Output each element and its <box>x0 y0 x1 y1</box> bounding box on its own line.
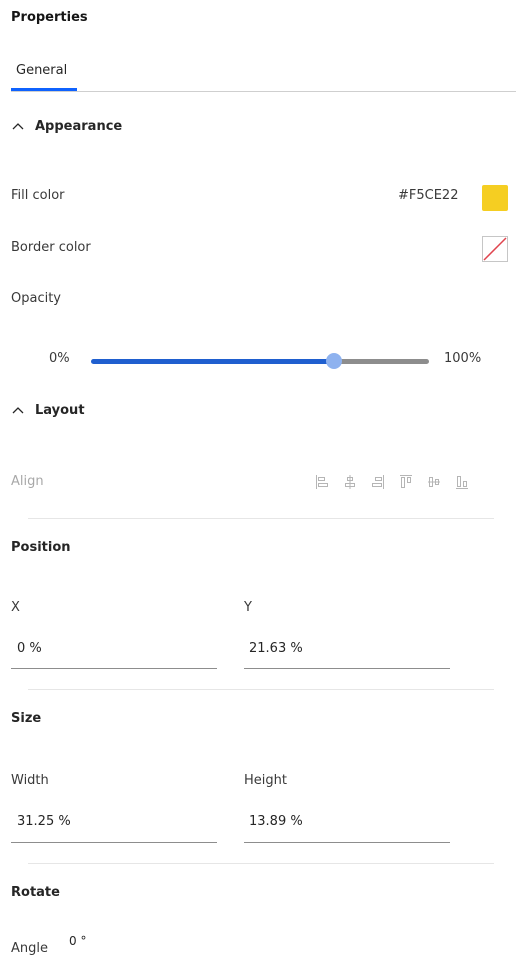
appearance-section-title: Appearance <box>35 119 123 134</box>
size-divider <box>28 863 494 864</box>
tab-divider <box>11 91 516 92</box>
chevron-up-icon <box>11 404 25 418</box>
opacity-slider-track[interactable] <box>334 359 429 364</box>
opacity-slider-fill[interactable] <box>91 359 334 364</box>
size-heading: Size <box>11 711 42 726</box>
chevron-up-icon <box>11 120 25 134</box>
position-divider <box>28 689 494 690</box>
width-label: Width <box>11 773 49 788</box>
angle-field[interactable] <box>69 934 129 948</box>
layout-section-header[interactable]: Layout <box>11 403 85 418</box>
height-field-underline <box>244 842 450 843</box>
tab-general[interactable]: General <box>16 63 67 78</box>
align-top-icon[interactable] <box>399 474 413 490</box>
panel-title: Properties <box>11 10 88 25</box>
angle-label: Angle <box>11 941 48 956</box>
height-label: Height <box>244 773 287 788</box>
align-right-icon[interactable] <box>371 474 385 490</box>
appearance-section-header[interactable]: Appearance <box>11 119 122 134</box>
fill-color-label: Fill color <box>11 188 65 203</box>
y-field-underline <box>244 668 450 669</box>
y-field[interactable] <box>249 641 439 656</box>
opacity-max-label: 100% <box>444 351 482 366</box>
opacity-min-label: 0% <box>49 351 70 366</box>
rotate-heading: Rotate <box>11 885 60 900</box>
align-divider <box>28 518 494 519</box>
x-field-underline <box>11 668 217 669</box>
fill-color-value: #F5CE22 <box>398 188 459 203</box>
align-bottom-icon[interactable] <box>455 474 469 490</box>
align-center-icon[interactable] <box>343 474 357 490</box>
opacity-label: Opacity <box>11 291 62 306</box>
y-label: Y <box>244 600 252 615</box>
align-middle-icon[interactable] <box>427 474 441 490</box>
border-color-label: Border color <box>11 240 91 255</box>
x-field[interactable] <box>17 641 207 656</box>
height-field[interactable] <box>249 814 439 829</box>
align-toolbar <box>315 474 469 490</box>
align-left-icon[interactable] <box>315 474 329 490</box>
fill-color-swatch[interactable] <box>482 185 508 211</box>
opacity-slider-thumb[interactable] <box>326 353 342 369</box>
no-color-icon[interactable] <box>482 236 508 262</box>
align-label: Align <box>11 474 44 489</box>
layout-section-title: Layout <box>35 403 85 418</box>
width-field[interactable] <box>17 814 207 829</box>
position-heading: Position <box>11 540 71 555</box>
width-field-underline <box>11 842 217 843</box>
x-label: X <box>11 600 20 615</box>
